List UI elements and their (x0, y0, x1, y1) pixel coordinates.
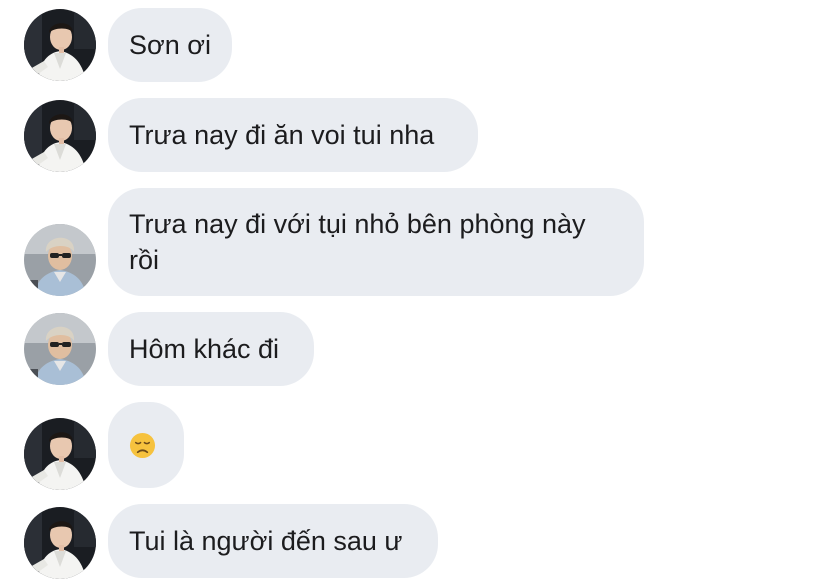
message-text: Trưa nay đi ăn voi tui nha (129, 120, 435, 150)
message-text: Trưa nay đi với tụi nhỏ bên phòng này rồ… (129, 209, 594, 275)
message-bubble[interactable]: Trưa nay đi ăn voi tui nha (108, 98, 478, 172)
message-text: Hôm khác đi (129, 334, 280, 364)
message-text: Sơn ơi (129, 30, 211, 60)
avatar[interactable] (24, 313, 96, 385)
avatar[interactable] (24, 418, 96, 490)
message-bubble[interactable]: Hôm khác đi (108, 312, 314, 386)
avatar[interactable] (24, 100, 96, 172)
message-bubble[interactable] (108, 402, 184, 488)
avatar[interactable] (24, 507, 96, 579)
message-text: Tui là người đến sau ư (129, 526, 403, 556)
avatar[interactable] (24, 224, 96, 296)
message-bubble[interactable]: Trưa nay đi với tụi nhỏ bên phòng này rồ… (108, 188, 644, 296)
avatar[interactable] (24, 9, 96, 81)
message-bubble[interactable]: Sơn ơi (108, 8, 232, 82)
message-bubble[interactable]: Tui là người đến sau ư (108, 504, 438, 578)
disappointed-face-icon (129, 432, 156, 458)
